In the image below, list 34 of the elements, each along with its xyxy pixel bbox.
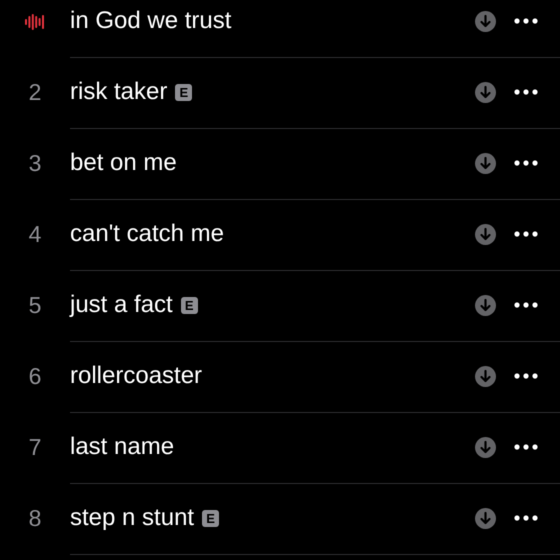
download-button[interactable] xyxy=(475,152,496,174)
download-button[interactable] xyxy=(475,10,496,32)
track-title[interactable]: can't catch me xyxy=(70,220,224,248)
download-button[interactable] xyxy=(475,82,496,102)
track-title[interactable]: in God we trust xyxy=(70,7,232,35)
more-options-button[interactable] xyxy=(514,18,538,24)
track-title[interactable]: just a fact xyxy=(70,291,173,319)
track-number: 2 xyxy=(28,79,42,106)
download-button[interactable] xyxy=(475,508,496,528)
track-number: 8 xyxy=(28,505,42,532)
track-title[interactable]: last name xyxy=(70,433,174,461)
explicit-badge: E xyxy=(175,84,192,100)
track-number: 7 xyxy=(28,434,42,461)
track-number: 4 xyxy=(28,221,42,248)
more-options-button[interactable] xyxy=(514,160,538,166)
track-title[interactable]: step n stunt xyxy=(70,504,194,532)
download-button[interactable] xyxy=(475,224,496,244)
download-button[interactable] xyxy=(475,294,496,316)
track-title[interactable]: risk taker xyxy=(70,78,168,106)
track-number: 5 xyxy=(28,292,42,319)
more-options-button[interactable] xyxy=(514,373,538,379)
more-options-button[interactable] xyxy=(514,302,538,308)
explicit-badge: E xyxy=(202,510,220,526)
more-options-button[interactable] xyxy=(514,89,538,95)
track-number: 3 xyxy=(28,150,42,177)
download-button[interactable] xyxy=(475,436,496,458)
explicit-badge: E xyxy=(180,296,198,314)
download-button[interactable] xyxy=(475,366,496,386)
track-title[interactable]: rollercoaster xyxy=(70,362,202,390)
more-options-button[interactable] xyxy=(514,515,538,521)
more-options-button[interactable] xyxy=(514,444,538,450)
track-number: 6 xyxy=(28,363,42,390)
more-options-button[interactable] xyxy=(514,231,538,237)
track-title[interactable]: bet on me xyxy=(70,149,177,177)
